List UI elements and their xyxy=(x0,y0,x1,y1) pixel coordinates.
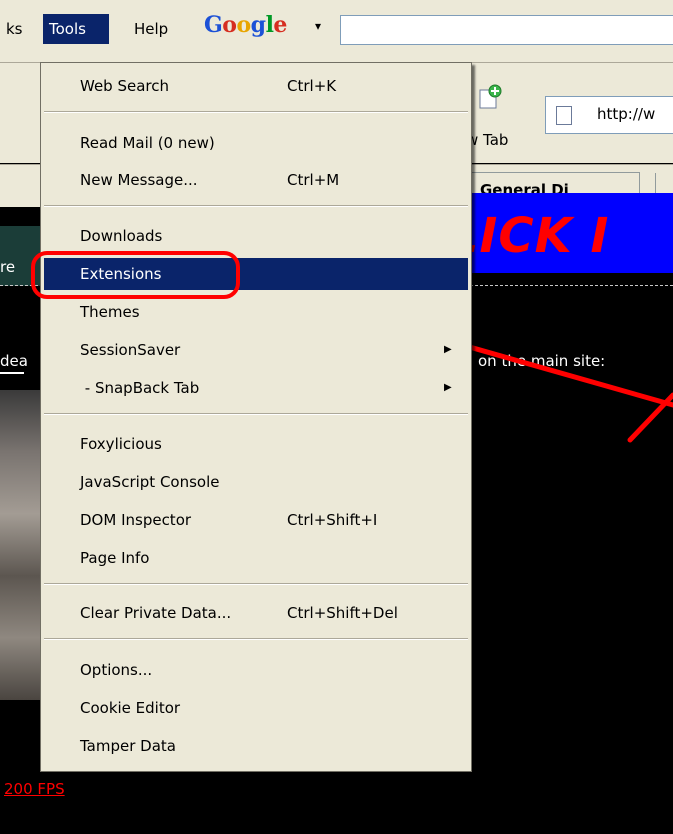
menu-item-label: Web Search xyxy=(80,77,170,95)
menu-separator xyxy=(44,413,468,415)
menu-separator xyxy=(44,583,468,585)
menu-item-shortcut: Ctrl+Shift+Del xyxy=(287,604,398,622)
menu-item-label: Cookie Editor xyxy=(80,699,181,717)
menu-item-label: New Message... xyxy=(80,171,198,189)
menu-item-options[interactable]: Options... xyxy=(44,654,468,686)
menu-item-label: Downloads xyxy=(80,227,163,245)
menu-item-label: Foxylicious xyxy=(80,435,162,453)
menu-item-label: Tamper Data xyxy=(80,737,176,755)
menu-item-label: JavaScript Console xyxy=(80,473,220,491)
menu-item-web-search[interactable]: Web Search Ctrl+K xyxy=(44,70,468,102)
annotation-circle xyxy=(31,251,240,299)
menu-item-read-mail[interactable]: Read Mail (0 new) xyxy=(44,127,468,159)
menu-item-label: DOM Inspector xyxy=(80,511,192,529)
menu-item-label: Clear Private Data... xyxy=(80,604,232,622)
menu-item-javascript-console[interactable]: JavaScript Console xyxy=(44,466,468,498)
menu-item-page-info[interactable]: Page Info xyxy=(44,542,468,574)
menu-item-shortcut: Ctrl+M xyxy=(287,171,340,189)
menu-separator xyxy=(44,638,468,640)
menu-item-new-message[interactable]: New Message... Ctrl+M xyxy=(44,164,468,196)
menu-item-label: Options... xyxy=(80,661,153,679)
submenu-arrow-icon: ▶ xyxy=(444,382,452,393)
menu-item-label: - SnapBack Tab xyxy=(80,379,200,397)
submenu-arrow-icon: ▶ xyxy=(444,344,452,355)
menu-item-clear-private-data[interactable]: Clear Private Data... Ctrl+Shift+Del xyxy=(44,597,468,629)
menu-separator xyxy=(44,205,468,207)
menu-item-sessionsaver[interactable]: SessionSaver ▶ xyxy=(44,334,468,366)
menu-item-tamper-data[interactable]: Tamper Data xyxy=(44,730,468,762)
menu-item-label: Read Mail (0 new) xyxy=(80,134,215,152)
menu-item-shortcut: Ctrl+K xyxy=(287,77,337,95)
menu-item-label: Page Info xyxy=(80,549,150,567)
menu-item-foxylicious[interactable]: Foxylicious xyxy=(44,428,468,460)
menu-item-label: Themes xyxy=(80,303,140,321)
menu-item-shortcut: Ctrl+Shift+I xyxy=(287,511,378,529)
menu-item-themes[interactable]: Themes xyxy=(44,296,468,328)
menu-item-dom-inspector[interactable]: DOM Inspector Ctrl+Shift+I xyxy=(44,504,468,536)
menu-item-label: SessionSaver xyxy=(80,341,181,359)
menu-item-cookie-editor[interactable]: Cookie Editor xyxy=(44,692,468,724)
menu-separator xyxy=(44,111,468,113)
menu-item-downloads[interactable]: Downloads xyxy=(44,220,468,252)
menu-item-snapback-tab[interactable]: - SnapBack Tab ▶ xyxy=(44,372,468,404)
